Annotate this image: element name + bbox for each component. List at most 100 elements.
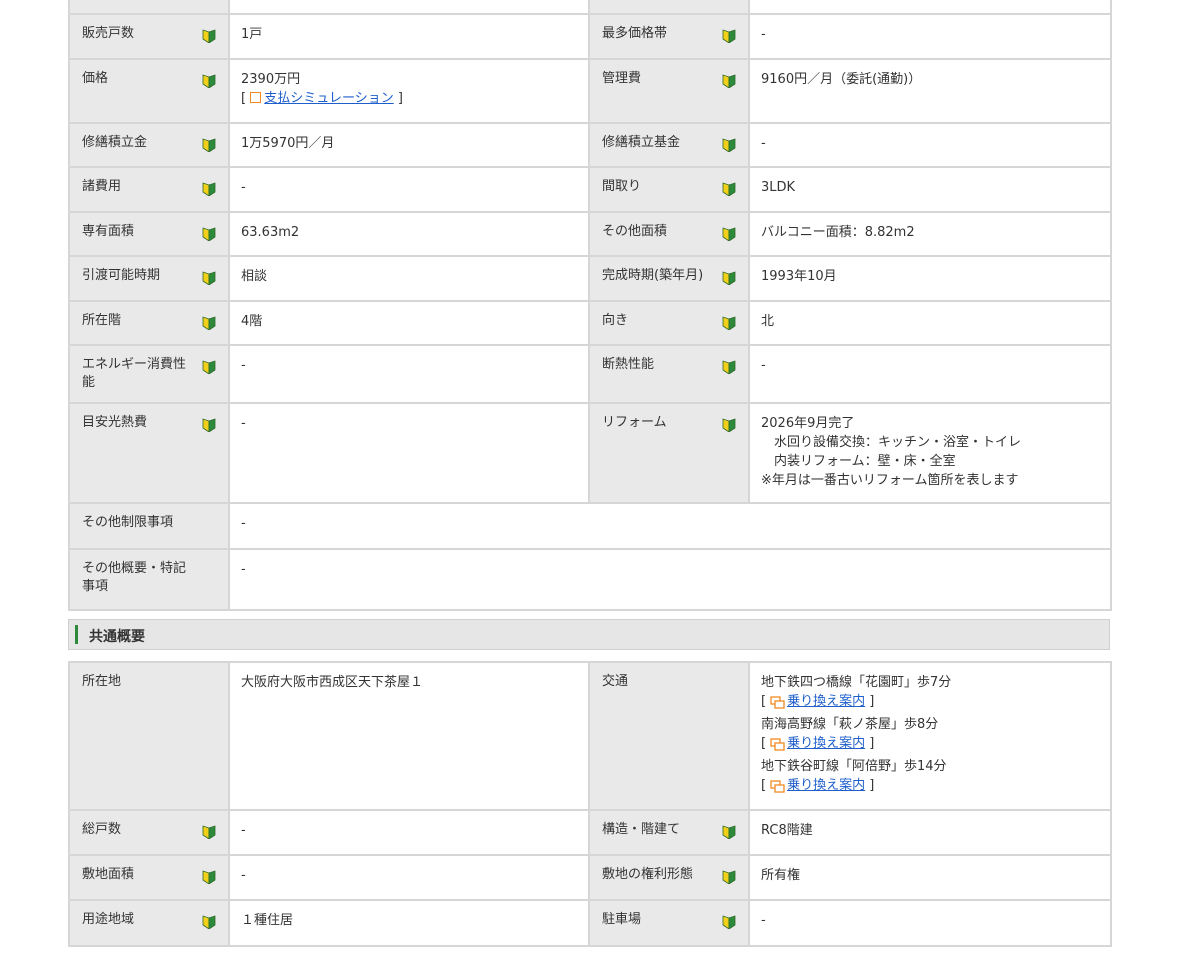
field-label-text: 総戸数	[82, 822, 122, 837]
field-label-text: 諸費用	[82, 179, 122, 194]
field-label-text: 販売戸数	[82, 26, 135, 41]
field-value-text: -	[241, 823, 246, 838]
beginner-mark-icon[interactable]	[202, 271, 216, 285]
field-label: 所在階	[68, 300, 230, 346]
field-label-text: 完成時期(築年月)	[602, 268, 704, 283]
table-row: その他制限事項 -	[68, 502, 1112, 550]
route-text: 南海高野線「萩ノ茶屋」歩8分	[761, 717, 939, 732]
beginner-mark-icon[interactable]	[722, 825, 736, 839]
beginner-mark-icon[interactable]	[202, 29, 216, 43]
field-label-text: 用途地域	[82, 912, 135, 927]
field-value-text: -	[241, 868, 246, 883]
route-text: 地下鉄四つ橋線「花園町」歩7分	[761, 675, 952, 690]
reform-line: ※年月は一番古いリフォーム箇所を表します	[761, 473, 1019, 488]
beginner-mark-icon[interactable]	[202, 182, 216, 196]
field-value-text: 所有権	[761, 868, 801, 883]
beginner-mark-icon[interactable]	[202, 418, 216, 432]
field-label-text: 目安光熱費	[82, 415, 148, 430]
field-label: 修繕積立基金	[588, 122, 750, 168]
transfer-icon	[770, 780, 785, 799]
transfer-link-line: [乗り換え案内 ]	[761, 734, 1099, 757]
beginner-mark-icon[interactable]	[722, 360, 736, 374]
table-row: エネルギー消費性能 - 断熱性能 -	[68, 344, 1112, 404]
field-label: 断熱性能	[588, 344, 750, 404]
field-label: 所在地	[68, 661, 230, 811]
section-accent-bar	[75, 625, 78, 644]
beginner-mark-icon[interactable]	[722, 418, 736, 432]
beginner-mark-icon[interactable]	[722, 227, 736, 241]
bracket-close: ]	[397, 91, 403, 106]
transfer-guide-link[interactable]: 乗り換え案内	[787, 736, 865, 751]
beginner-mark-icon[interactable]	[202, 74, 216, 88]
beginner-mark-icon[interactable]	[202, 227, 216, 241]
field-label-text: 引渡可能時期	[82, 268, 161, 283]
transfer-icon	[770, 696, 785, 715]
bracket-close: ]	[869, 736, 875, 751]
field-value: -	[228, 502, 1112, 550]
payment-simulation-link[interactable]: 支払シミュレーション	[264, 91, 393, 106]
field-value-text: バルコニー面積：8.82m2	[761, 225, 915, 240]
field-label: 用途地域	[68, 899, 230, 947]
field-value: -	[748, 899, 1112, 947]
beginner-mark-icon[interactable]	[202, 360, 216, 374]
beginner-mark-icon[interactable]	[722, 870, 736, 884]
field-value-text: 1万5970円／月	[241, 136, 335, 151]
field-label: 総戸数	[68, 809, 230, 856]
field-label-text: 修繕積立金	[82, 135, 148, 150]
table-row: 所在地 大阪府大阪市西成区天下茶屋１ 交通 地下鉄四つ橋線「花園町」歩7分 [乗り換え案…	[68, 661, 1112, 811]
field-value-text: -	[241, 562, 246, 577]
table-row: 価格 2390万円 [ 支払シミュレーション ] 管理費 9160円／月（委託(通勤)）	[68, 58, 1112, 124]
field-value-text: -	[761, 136, 766, 151]
field-label-text: 専有面積	[82, 224, 135, 239]
field-value: -	[748, 344, 1112, 404]
table-row: 修繕積立金 1万5970円／月 修繕積立基金 -	[68, 122, 1112, 168]
field-label-text: 管理費	[602, 71, 642, 86]
field-value: 1戸	[228, 13, 590, 60]
reform-line: 内装リフォーム：壁・床・全室	[774, 454, 956, 469]
field-value-text: -	[241, 180, 246, 195]
field-value: -	[748, 122, 1112, 168]
beginner-mark-icon[interactable]	[722, 915, 736, 929]
table-row: 総戸数 - 構造・階建て RC8階建	[68, 809, 1112, 856]
field-label: 目安光熱費	[68, 402, 230, 504]
field-value: 所有権	[748, 854, 1112, 901]
transport-value: 地下鉄四つ橋線「花園町」歩7分 [乗り換え案内 ] 南海高野線「萩ノ茶屋」歩8分 [乗…	[748, 661, 1112, 811]
field-value: 北	[748, 300, 1112, 346]
beginner-mark-icon[interactable]	[202, 870, 216, 884]
beginner-mark-icon[interactable]	[722, 182, 736, 196]
field-label-text: 向き	[602, 313, 629, 328]
beginner-mark-icon[interactable]	[202, 915, 216, 929]
beginner-mark-icon[interactable]	[722, 316, 736, 330]
field-label-text: 所在階	[82, 313, 122, 328]
payment-simulation-line: [ 支払シミュレーション ]	[241, 89, 577, 108]
beginner-mark-icon[interactable]	[722, 271, 736, 285]
table-row: 専有面積 63.63m2 その他面積 バルコニー面積：8.82m2	[68, 211, 1112, 257]
beginner-mark-icon[interactable]	[722, 29, 736, 43]
field-label: 引渡可能時期	[68, 255, 230, 302]
transfer-guide-link[interactable]: 乗り換え案内	[787, 778, 865, 793]
field-value-text: 63.63m2	[241, 225, 300, 240]
field-label-text: 交通	[602, 674, 629, 689]
transfer-link-line: [乗り換え案内 ]	[761, 776, 1099, 799]
section-header-common: 共通概要	[68, 619, 1110, 650]
field-label: 価格	[68, 58, 230, 124]
field-value-text: 2390万円	[241, 72, 301, 87]
field-value-text: -	[761, 913, 766, 928]
beginner-mark-icon[interactable]	[722, 74, 736, 88]
field-value: バルコニー面積：8.82m2	[748, 211, 1112, 257]
field-value: -	[228, 809, 590, 856]
field-value: 63.63m2	[228, 211, 590, 257]
beginner-mark-icon[interactable]	[722, 138, 736, 152]
field-value: -	[228, 166, 590, 213]
field-label: 諸費用	[68, 166, 230, 213]
reform-line: 水回り設備交換：キッチン・浴室・トイレ	[774, 435, 1022, 450]
beginner-mark-icon[interactable]	[202, 825, 216, 839]
field-value-text: RC8階建	[761, 823, 813, 838]
field-value: 3LDK	[748, 166, 1112, 213]
field-value: 1万5970円／月	[228, 122, 590, 168]
field-label-text: 断熱性能	[602, 357, 655, 372]
common-overview-table: 所在地 大阪府大阪市西成区天下茶屋１ 交通 地下鉄四つ橋線「花園町」歩7分 [乗り換え案…	[68, 661, 1112, 947]
beginner-mark-icon[interactable]	[202, 316, 216, 330]
transfer-guide-link[interactable]: 乗り換え案内	[787, 694, 865, 709]
beginner-mark-icon[interactable]	[202, 138, 216, 152]
